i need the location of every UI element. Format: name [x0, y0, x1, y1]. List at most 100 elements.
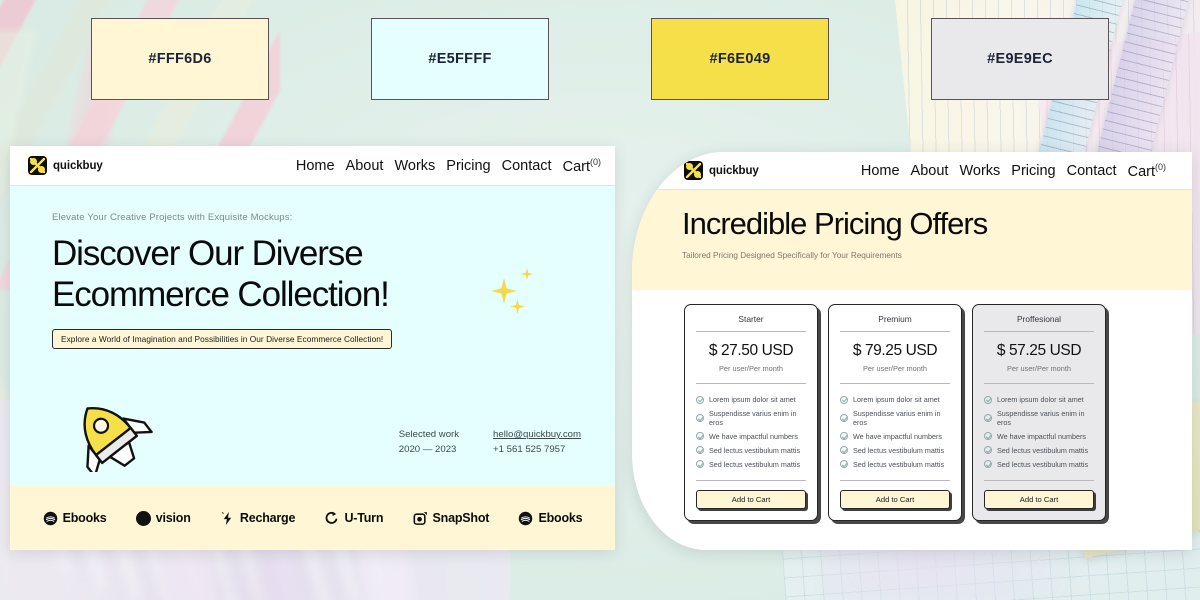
plan-tier-label: Proffesional [1016, 314, 1062, 324]
color-swatch-cream: #FFF6D6 [91, 18, 269, 100]
brand-item-ebooks: Ebooks [43, 511, 107, 526]
feature-text: Sed lectus vestibulum mattis [709, 459, 801, 469]
nav-item-works[interactable]: Works [959, 163, 1000, 179]
pricing-page-subtitle: Tailored Pricing Designed Specifically f… [682, 251, 902, 260]
feature-text: We have impactful numbers [709, 431, 798, 441]
check-circle-icon [696, 460, 704, 469]
hero-tagline-pill: Explore a World of Imagination and Possi… [52, 328, 393, 349]
contact-phone: +1 561 525 7957 [493, 444, 566, 456]
list-item: Lorem ipsum dolor sit amet [694, 393, 808, 407]
pricing-navbar: quickbuy Home About Works Pricing Contac… [632, 152, 1192, 190]
check-circle-icon [696, 395, 704, 404]
pricing-cards-row: Starter $ 27.50 USD Per user/Per month L… [632, 290, 1192, 521]
brand-label: U-Turn [344, 511, 384, 525]
divider [984, 383, 1094, 384]
nav-item-home[interactable]: Home [296, 158, 335, 174]
list-item: Sed lectus vestibulum mattis [694, 443, 808, 457]
check-circle-icon [984, 395, 992, 404]
feature-text: Lorem ipsum dolor sit amet [853, 395, 940, 405]
nav-item-cart[interactable]: Cart(0) [563, 157, 601, 175]
sparkle-icon-large [491, 278, 517, 304]
pricing-card-professional: Proffesional $ 57.25 USD Per user/Per mo… [972, 304, 1106, 521]
color-swatch-ice-blue: #E5FFFF [371, 18, 549, 100]
nav-item-pricing[interactable]: Pricing [446, 158, 490, 174]
snapshot-icon [413, 511, 427, 525]
plan-price: $ 57.25 USD [996, 342, 1082, 359]
nav-item-about[interactable]: About [346, 158, 384, 174]
brand-item-snapshot: SnapShot [413, 511, 490, 526]
brand-item-uturn: U-Turn [324, 511, 383, 526]
nav-item-pricing[interactable]: Pricing [1011, 163, 1055, 179]
check-circle-icon [840, 414, 848, 423]
quickbuy-logo-icon [684, 161, 703, 180]
brand-label: vision [155, 511, 191, 525]
add-to-cart-button[interactable]: Add to Cart [984, 489, 1094, 509]
brand-logo[interactable]: quickbuy [28, 156, 103, 175]
check-circle-icon [696, 446, 704, 455]
list-item: Sed lectus vestibulum mattis [982, 457, 1096, 471]
list-item: Lorem ipsum dolor sit amet [838, 393, 952, 407]
plan-tier-label: Starter [738, 314, 764, 324]
rocket-illustration-icon [83, 406, 153, 472]
plan-period: Per user/Per month [718, 364, 784, 373]
list-item: Sed lectus vestibulum mattis [838, 443, 952, 457]
plan-tier-label: Premium [878, 314, 912, 324]
check-circle-icon [840, 395, 848, 404]
quickbuy-logo-icon [28, 156, 47, 175]
plan-period: Per user/Per month [862, 364, 928, 373]
brand-item-vision: vision [135, 510, 191, 526]
divider [840, 331, 950, 332]
list-item: We have impactful numbers [982, 430, 1096, 444]
list-item: Sed lectus vestibulum mattis [694, 457, 808, 471]
swatch-hex-label: #F6E049 [709, 51, 771, 67]
contact-email-link[interactable]: hello@quickbuy.com [493, 429, 581, 440]
add-to-cart-button[interactable]: Add to Cart [696, 489, 806, 509]
check-circle-icon [840, 432, 848, 441]
pricing-hero: Incredible Pricing Offers Tailored Prici… [632, 190, 1192, 290]
hero-headline-line1: Discover Our Diverse [52, 234, 364, 273]
nav-item-works[interactable]: Works [394, 158, 435, 174]
list-item: Suspendisse varius enim in eros [838, 407, 952, 430]
feature-text: Sed lectus vestibulum mattis [997, 445, 1089, 455]
sparkle-decoration [483, 268, 543, 318]
feature-text: Lorem ipsum dolor sit amet [997, 395, 1084, 405]
nav-item-contact[interactable]: Contact [1067, 163, 1117, 179]
nav-item-contact[interactable]: Contact [502, 158, 552, 174]
plan-feature-list: Lorem ipsum dolor sit amet Suspendisse v… [838, 393, 952, 471]
nav-item-home[interactable]: Home [861, 163, 900, 179]
divider [840, 479, 950, 481]
feature-text: We have impactful numbers [853, 431, 942, 441]
pricing-page-title: Incredible Pricing Offers [682, 206, 988, 241]
nav-item-cart[interactable]: Cart(0) [1128, 162, 1166, 180]
brand-item-ebooks-2: Ebooks [518, 511, 583, 526]
plan-period: Per user/Per month [1006, 364, 1072, 373]
list-item: We have impactful numbers [838, 430, 952, 444]
feature-text: Suspendisse varius enim in eros [709, 409, 797, 428]
swatch-hex-label: #E5FFFF [428, 51, 492, 67]
cart-label: Cart [562, 158, 590, 175]
plan-feature-list: Lorem ipsum dolor sit amet Suspendisse v… [982, 393, 1096, 471]
brand-label: SnapShot [432, 511, 490, 525]
brand-logo[interactable]: quickbuy [684, 161, 759, 180]
home-nav-links: Home About Works Pricing Contact Cart(0) [296, 157, 601, 175]
divider [696, 479, 806, 481]
ebooks-icon [43, 511, 57, 525]
feature-text: Suspendisse varius enim in eros [853, 409, 941, 428]
check-circle-icon [984, 446, 992, 455]
brand-label: Ebooks [538, 511, 583, 525]
color-palette-row: #FFF6D6 #E5FFFF #F6E049 #E9E9EC [0, 18, 1200, 103]
feature-text: Sed lectus vestibulum mattis [853, 445, 945, 455]
nav-item-about[interactable]: About [911, 163, 949, 179]
cart-count-badge: (0) [590, 156, 601, 167]
brand-logo-strip: Ebooks vision Recharge U-Turn SnapShot E… [10, 486, 615, 550]
feature-text: Sed lectus vestibulum mattis [997, 459, 1089, 469]
check-circle-icon [984, 460, 992, 469]
selected-work-label: Selected work [398, 429, 460, 441]
feature-text: Sed lectus vestibulum mattis [853, 459, 945, 469]
list-item: Sed lectus vestibulum mattis [838, 457, 952, 471]
check-circle-icon [840, 446, 848, 455]
cart-count-badge: (0) [1155, 161, 1166, 172]
divider [696, 383, 806, 384]
add-to-cart-button[interactable]: Add to Cart [840, 489, 950, 509]
hero-eyebrow: Elevate Your Creative Projects with Exqu… [52, 212, 293, 223]
